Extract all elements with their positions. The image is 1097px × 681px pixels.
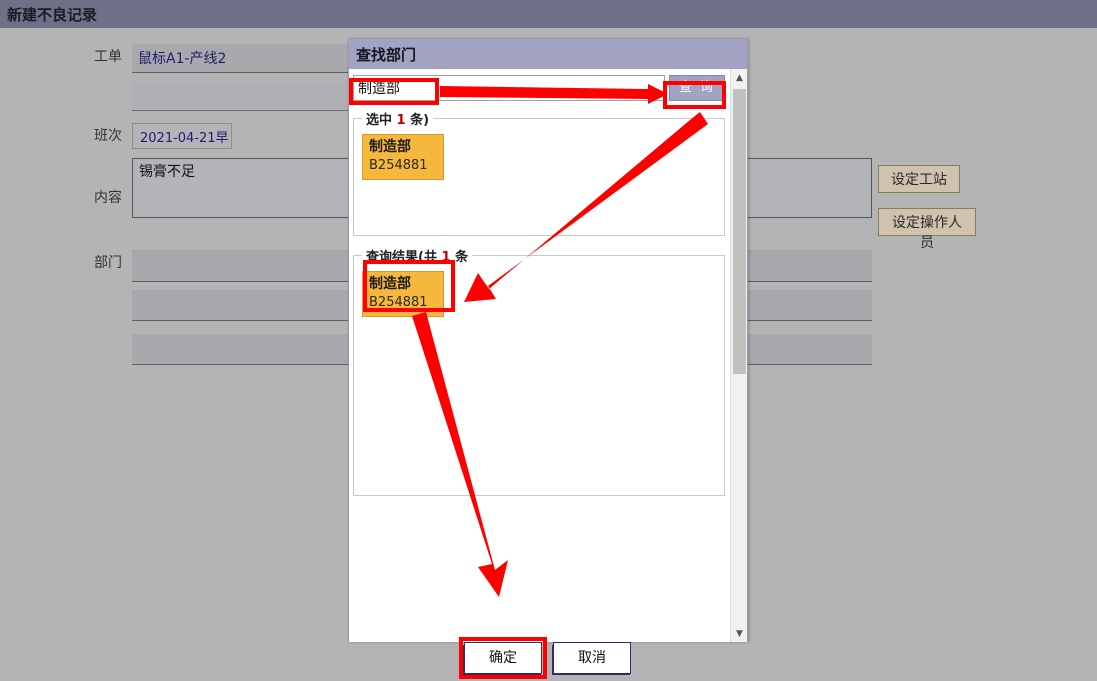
dialog-body: 查 询 选中 1 条) 制造部 B254881 查询结果(共 1 条 制	[349, 69, 747, 679]
shift-label: 班次	[94, 128, 122, 144]
dialog-cancel-button[interactable]: 取消	[553, 642, 631, 674]
selected-legend-count: 1	[396, 113, 406, 128]
selected-department-code: B254881	[369, 158, 428, 173]
search-bar: 查 询	[353, 75, 725, 101]
set-operator-button[interactable]: 设定操作人员	[878, 208, 976, 251]
form-row-shift: 班次 2021-04-21早 ▼	[70, 123, 232, 149]
selected-department-name: 制造部	[369, 139, 411, 155]
dialog-titlebar: 查找部门	[349, 39, 747, 69]
main-window-title: 新建不良记录	[7, 5, 98, 24]
search-results-legend: 查询结果(共 1 条	[362, 246, 472, 265]
selected-department-card[interactable]: 制造部 B254881	[362, 134, 444, 180]
triangle-down-icon[interactable]: ▼	[731, 625, 748, 642]
results-legend-prefix: 查询结果(共	[366, 250, 437, 265]
search-input[interactable]	[353, 75, 665, 101]
selected-legend-suffix: 条)	[410, 113, 430, 128]
result-department-name: 制造部	[369, 276, 411, 292]
results-legend-count: 1	[441, 250, 451, 265]
search-results-panel: 查询结果(共 1 条 制造部 B254881	[353, 246, 725, 496]
set-station-button[interactable]: 设定工站	[878, 165, 960, 193]
result-department-code: B254881	[369, 295, 428, 310]
find-department-dialog: 查找部门 查 询 选中 1 条) 制造部 B254881 查询结果(共 1	[348, 38, 748, 679]
department-label: 部门	[94, 255, 122, 271]
selected-items-legend: 选中 1 条)	[362, 109, 433, 128]
dialog-ok-button[interactable]: 确定	[464, 642, 542, 674]
result-card-wrapper: 制造部 B254881	[362, 271, 444, 317]
shift-select-value: 2021-04-21早	[140, 130, 229, 146]
selected-legend-prefix: 选中	[366, 113, 393, 128]
workorder-label: 工单	[94, 49, 122, 65]
search-query-button[interactable]: 查 询	[669, 75, 725, 101]
dialog-title: 查找部门	[356, 45, 417, 64]
scrollbar-thumb[interactable]	[733, 89, 746, 374]
selected-items-panel: 选中 1 条) 制造部 B254881	[353, 109, 725, 236]
result-department-card[interactable]: 制造部 B254881	[362, 271, 444, 317]
main-window-titlebar: 新建不良记录	[0, 0, 1097, 28]
triangle-up-icon[interactable]: ▲	[731, 69, 748, 86]
dialog-scrollbar[interactable]: ▲ ▼	[730, 69, 747, 642]
results-legend-suffix: 条	[455, 250, 469, 265]
content-label: 内容	[94, 190, 122, 206]
shift-select[interactable]: 2021-04-21早 ▼	[132, 123, 232, 149]
